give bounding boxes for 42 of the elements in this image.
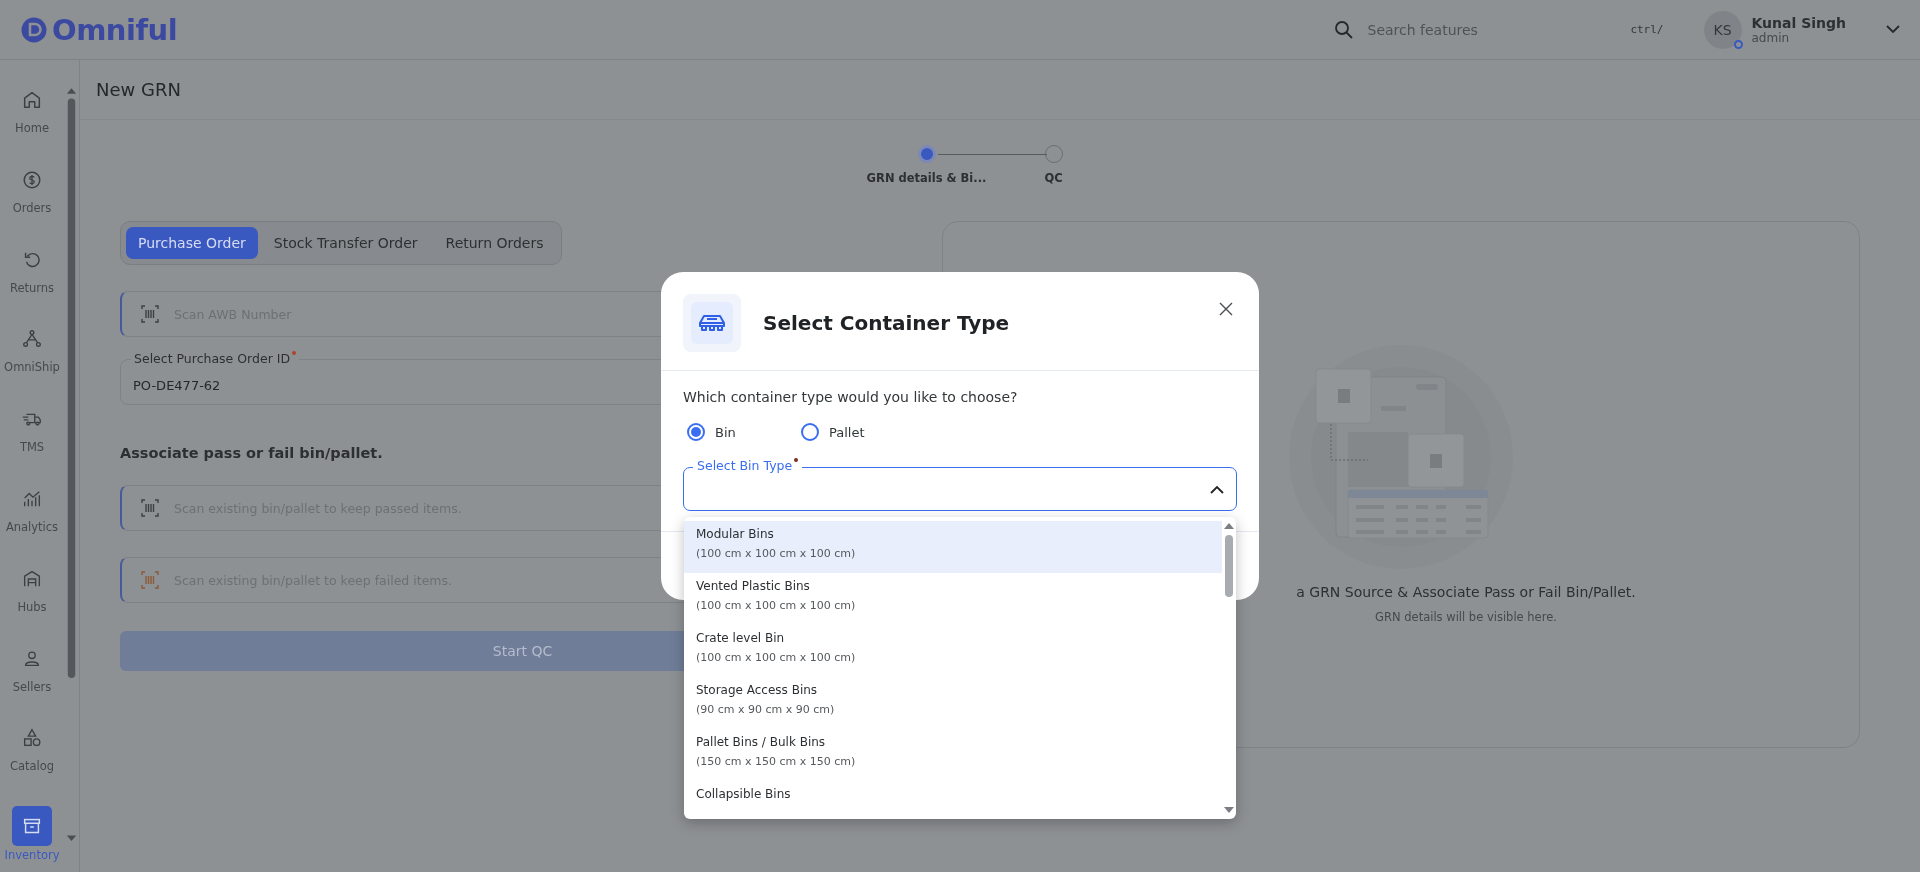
chevron-up-icon: [1210, 484, 1224, 494]
sidebar-item[interactable]: Catalog: [0, 726, 64, 793]
sidebar-item[interactable]: Hubs: [0, 566, 64, 633]
container-radio[interactable]: Bin: [683, 423, 797, 441]
sidebar-item[interactable]: Inventory: [0, 806, 64, 872]
source-tab[interactable]: Purchase Order: [126, 227, 258, 259]
container-radio[interactable]: Pallet: [797, 423, 911, 441]
sidebar-item[interactable]: Analytics: [0, 487, 64, 553]
user-name: Kunal Singh: [1751, 14, 1846, 31]
step-label: GRN details & Bi...: [866, 171, 987, 185]
sidebar-item[interactable]: Sellers: [0, 646, 64, 713]
logo-text: Omniful: [52, 12, 178, 47]
sidebar-item[interactable]: TMS: [0, 407, 64, 473]
sidebar-item[interactable]: Orders: [0, 167, 64, 234]
sidebar-item[interactable]: Returns: [0, 247, 64, 314]
user-avatar[interactable]: KS: [1703, 10, 1742, 49]
source-tab[interactable]: Stock Transfer Order: [261, 227, 430, 259]
user-role: admin: [1751, 30, 1791, 45]
bin-type-option[interactable]: Modular Bins (100 cm x 100 cm x 100 cm): [684, 521, 1222, 573]
search-icon[interactable]: [1333, 19, 1354, 40]
shortcut-hint: ctrl/: [1630, 23, 1664, 36]
step-label: QC: [1044, 171, 1063, 185]
bin-type-option[interactable]: Storage Access Bins (90 cm x 90 cm x 90 cm): [684, 677, 1222, 729]
section-title: Associate pass or fail bin/pallet.: [120, 445, 383, 461]
empty-state-title: a GRN Source & Associate Pass or Fail Bin/Pallet.: [1296, 584, 1636, 600]
chevron-down-icon[interactable]: [1886, 25, 1900, 34]
bin-type-option[interactable]: Pallet Bins / Bulk Bins (150 cm x 150 cm x 150 cm): [684, 729, 1222, 781]
source-tab[interactable]: Return Orders: [433, 227, 556, 259]
barcode-icon: [140, 498, 160, 518]
search-field[interactable]: Search features: [1367, 21, 1617, 38]
sidebar-item[interactable]: OmniShip: [0, 327, 64, 394]
barcode-icon: [140, 570, 160, 590]
page-title: New GRN: [96, 79, 181, 100]
radio-indicator[interactable]: [687, 423, 705, 441]
logo-icon: [20, 15, 48, 44]
radio-indicator[interactable]: [801, 423, 819, 441]
pallet-icon: [698, 314, 726, 332]
barcode-icon: [140, 304, 160, 324]
home-icon: [21, 89, 43, 111]
bin-type-option[interactable]: Collapsible Bins: [684, 781, 1222, 819]
empty-state-subtitle: GRN details will be visible here.: [1375, 610, 1557, 624]
sidebar-item[interactable]: Home: [0, 88, 64, 154]
